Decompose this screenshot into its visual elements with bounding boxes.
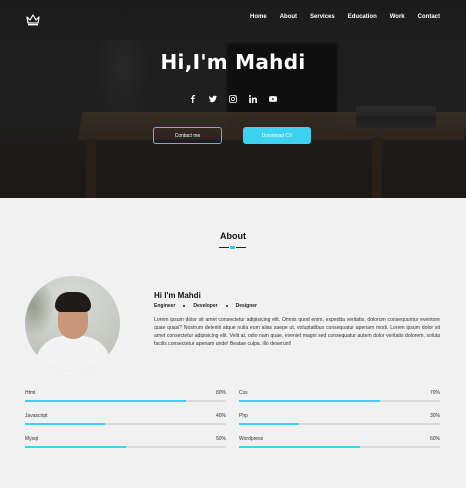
skill-percent: 60% [429, 436, 440, 442]
nav-item-about[interactable]: About [280, 14, 297, 20]
crown-icon[interactable] [26, 11, 40, 26]
about-name-heading: Hi I'm Mahdi [154, 291, 201, 300]
skill-name: Html [25, 390, 36, 396]
skill-name: Wordpress [239, 436, 264, 442]
instagram-icon[interactable] [229, 94, 238, 103]
skill-percent: 30% [429, 413, 440, 419]
hero-section: Home About Services Education Work Conta… [0, 0, 466, 198]
facebook-icon[interactable] [189, 94, 198, 103]
skill-progress-fill [25, 446, 126, 448]
role-separator-dot [183, 305, 186, 307]
skill-name: Javascript [25, 413, 48, 419]
nav-item-education[interactable]: Education [348, 14, 377, 20]
skill-item: Javascript 40% [25, 413, 226, 429]
skill-item: Wordpress 60% [239, 436, 440, 452]
skill-progress-track [25, 400, 226, 402]
nav-item-services[interactable]: Services [310, 14, 335, 20]
skill-progress-fill [25, 423, 106, 425]
skill-progress-fill [239, 400, 380, 402]
role-label: Designer [235, 303, 257, 309]
about-section-title: About [220, 231, 246, 241]
skill-progress-track [25, 446, 226, 448]
skill-name: Php [239, 413, 248, 419]
about-bio: Lorem ipsum dolor sit amet consectetur a… [154, 317, 440, 347]
twitter-icon[interactable] [209, 94, 218, 103]
skill-percent: 80% [215, 390, 226, 396]
skill-progress-track [239, 400, 440, 402]
role-label: Developer [193, 303, 218, 309]
role-label: Engineer [154, 303, 176, 309]
contact-me-button[interactable]: Contact me [153, 127, 222, 144]
skill-name: Css [239, 390, 248, 396]
linkedin-icon[interactable] [249, 94, 258, 103]
skill-progress-track [239, 423, 440, 425]
nav-item-work[interactable]: Work [390, 14, 405, 20]
skill-item: Mysql 50% [25, 436, 226, 452]
skill-progress-fill [25, 400, 186, 402]
role-separator-dot [225, 305, 228, 307]
hero-title: Hi,I'm Mahdi [160, 50, 306, 74]
youtube-icon[interactable] [269, 94, 278, 103]
skill-progress-fill [239, 446, 360, 448]
skill-progress-fill [239, 423, 300, 425]
skill-item: Php 30% [239, 413, 440, 429]
roles-list: Engineer Developer Designer [154, 303, 257, 309]
social-links [0, 94, 466, 103]
nav-item-home[interactable]: Home [250, 14, 267, 20]
skill-percent: 70% [429, 390, 440, 396]
download-cv-button[interactable]: Download CV [243, 127, 311, 144]
skill-name: Mysql [25, 436, 39, 442]
skill-progress-track [239, 446, 440, 448]
nav-item-contact[interactable]: Contact [418, 14, 440, 20]
skill-item: Html 80% [25, 390, 226, 406]
avatar [25, 276, 120, 371]
main-nav: Home About Services Education Work Conta… [250, 14, 440, 20]
skill-progress-track [25, 423, 226, 425]
skill-percent: 40% [215, 413, 226, 419]
skill-item: Css 70% [239, 390, 440, 406]
skill-percent: 50% [215, 436, 226, 442]
about-title-underline [219, 246, 246, 249]
